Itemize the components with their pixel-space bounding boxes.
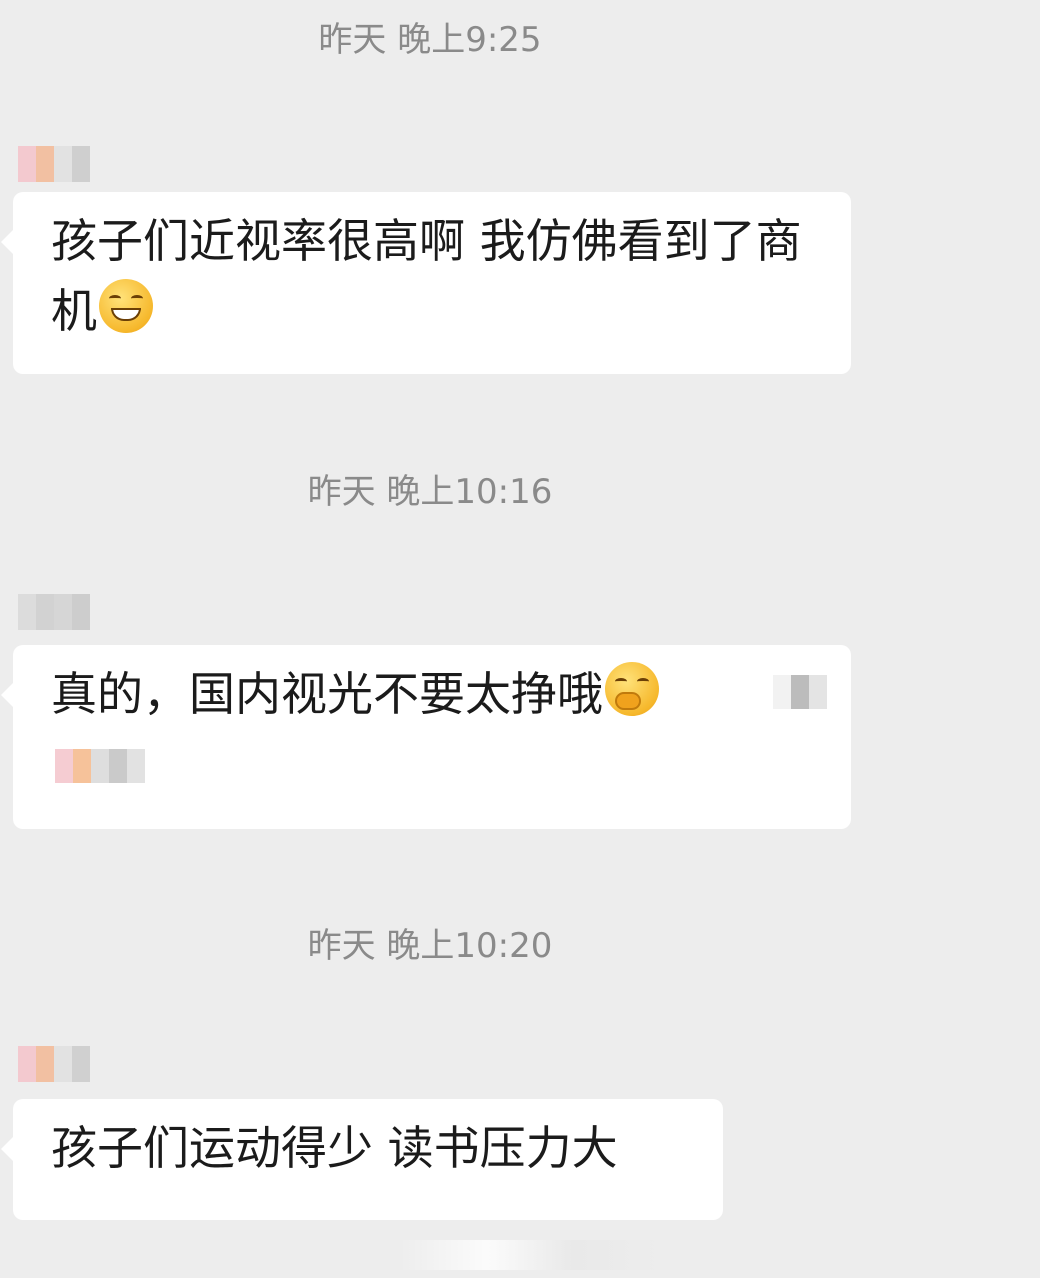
message-text: 真的，国内视光不要太挣哦	[51, 667, 603, 721]
redacted-content	[773, 675, 827, 709]
redacted-watermark	[400, 1240, 660, 1270]
grinning-squint-emoji-icon	[99, 279, 153, 333]
message-bubble[interactable]: 真的，国内视光不要太挣哦	[1, 645, 851, 829]
sender-name-redacted	[18, 146, 90, 182]
timestamp: 昨天 晚上10:20	[307, 926, 553, 966]
sender-name-redacted	[18, 1046, 90, 1082]
sender-name-redacted	[18, 594, 90, 630]
message-text: 孩子们运动得少 读书压力大	[51, 1121, 618, 1175]
timestamp: 昨天 晚上9:25	[318, 20, 542, 60]
message-text: 孩子们近视率很高啊 我仿佛看到了商机	[51, 214, 802, 338]
timestamp: 昨天 晚上10:16	[307, 472, 553, 512]
message-bubble[interactable]: 孩子们近视率很高啊 我仿佛看到了商机	[1, 192, 851, 374]
redacted-mention	[55, 749, 145, 783]
message-bubble[interactable]: 孩子们运动得少 读书压力大	[1, 1099, 723, 1220]
hand-over-mouth-emoji-icon	[605, 662, 659, 716]
